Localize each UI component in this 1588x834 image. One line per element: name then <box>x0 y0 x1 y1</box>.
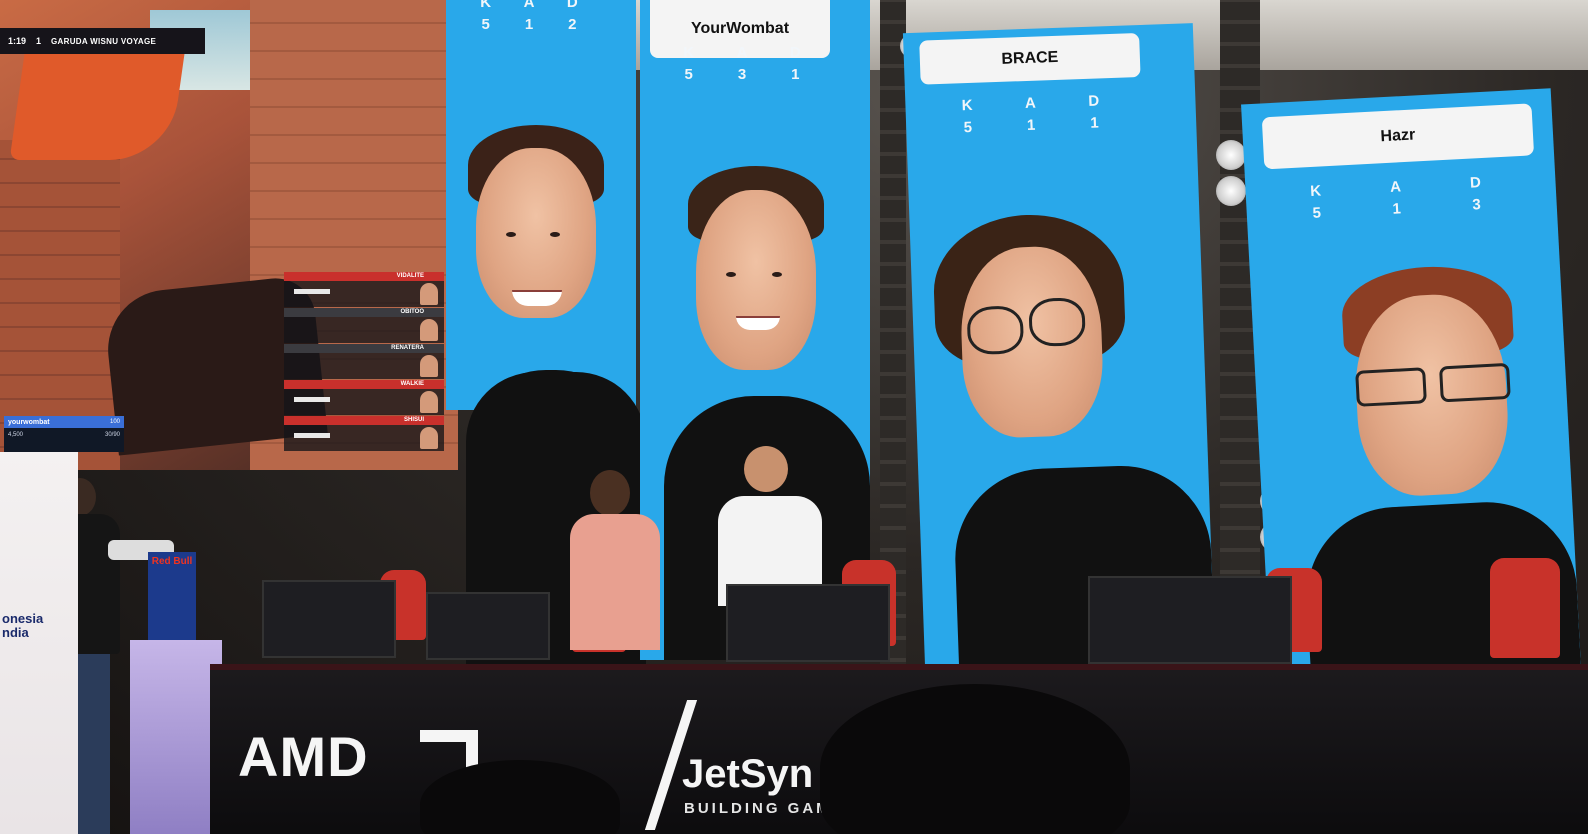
kad-kills: 5 <box>1312 204 1322 222</box>
kad-deaths: 3 <box>1471 196 1482 214</box>
jetsyn-logo: JetSyn <box>682 752 814 796</box>
kad-stats: K A D 5 1 1 <box>935 90 1126 141</box>
kad-kills: 5 <box>481 16 490 33</box>
redbull-fridge: Red Bull <box>148 552 196 642</box>
killfeed-name: VIDALITE <box>396 273 424 279</box>
kad-header-a: A <box>736 44 748 61</box>
killfeed-row: OBITOO <box>284 308 444 344</box>
avatar <box>420 391 438 413</box>
game-banner <box>9 40 187 160</box>
event-banner <box>0 452 78 834</box>
round-number: 1 <box>36 36 42 46</box>
killfeed: VIDALITE OBITOO RENATERA WALKIE SHISUI <box>284 272 444 452</box>
team-name: GARUDA WISNU VOYAGE <box>51 36 157 46</box>
kad-stats: K A D 5 1 2 <box>464 0 594 36</box>
stage-light <box>1216 176 1246 206</box>
event-banner-text: onesia ndia <box>2 611 44 640</box>
monitor <box>426 592 550 660</box>
rifle-icon <box>294 397 330 402</box>
kad-deaths: 1 <box>791 66 800 83</box>
kad-header-k: K <box>683 44 695 61</box>
glasses-icon <box>966 305 1025 356</box>
stage-light <box>1216 140 1246 170</box>
kad-deaths: 1 <box>1090 114 1099 132</box>
jetsyn-tagline: BUILDING GAM <box>684 800 832 817</box>
rifle-icon <box>294 433 330 438</box>
kad-assists: 1 <box>1392 200 1402 218</box>
killfeed-name: SHISUI <box>403 417 424 423</box>
amd-logo: AMD <box>238 725 369 788</box>
kad-assists: 1 <box>524 16 534 33</box>
glasses-icon <box>1028 297 1086 348</box>
kad-header-k: K <box>480 0 492 11</box>
avatar <box>420 427 438 449</box>
kad-header-d: D <box>789 44 801 61</box>
player-name-label: Hazr <box>1261 103 1535 170</box>
player-panel: K A D 5 1 2 <box>446 0 636 410</box>
monitor <box>726 584 890 662</box>
kad-header-d: D <box>566 0 578 11</box>
coach <box>714 446 824 606</box>
round-timer: 1:19 <box>8 36 27 46</box>
player-ammo: 30/90 <box>104 432 120 438</box>
player-name-label: BRACE <box>919 33 1141 85</box>
game-score-hud: 1:19 1 GARUDA WISNU VOYAGE <box>0 28 205 54</box>
kad-deaths: 2 <box>568 16 577 33</box>
killfeed-name: OBITOO <box>400 309 424 315</box>
gaming-chair <box>1490 558 1560 658</box>
killfeed-row: VIDALITE <box>284 272 444 308</box>
game-broadcast-screen: 1:19 1 GARUDA WISNU VOYAGE VIDALITE OBIT… <box>0 0 458 470</box>
kad-kills: 5 <box>963 118 973 137</box>
kad-assists: 1 <box>1026 116 1036 134</box>
player-name: yourwombat <box>8 418 50 426</box>
rifle-icon <box>294 289 330 294</box>
killfeed-row: RENATERA <box>284 344 444 380</box>
avatar <box>420 355 438 377</box>
redbull-logo: Red Bull <box>151 556 193 567</box>
monitor <box>1088 576 1292 664</box>
kad-header-a: A <box>1024 94 1037 113</box>
avatar <box>420 319 438 341</box>
kad-header-a: A <box>523 0 535 11</box>
killfeed-name: WALKIE <box>400 381 424 387</box>
kad-stats: K A D 5 1 3 <box>1275 170 1517 227</box>
killfeed-row: SHISUI <box>284 416 444 452</box>
player-hud: yourwombat 100 4,500 30/90 <box>4 416 124 452</box>
player-credits: 4,500 <box>8 432 24 438</box>
player-face <box>696 190 816 370</box>
esports-stage-photo: 1:19 1 GARUDA WISNU VOYAGE VIDALITE OBIT… <box>0 0 1588 834</box>
coach <box>570 470 660 650</box>
monitor <box>262 580 396 658</box>
kad-header-k: K <box>961 96 973 115</box>
avatar <box>420 283 438 305</box>
glasses-icon <box>1439 362 1511 403</box>
stage-pillar <box>130 640 222 834</box>
killfeed-name: RENATERA <box>391 345 424 351</box>
kad-assists: 3 <box>737 66 747 83</box>
kad-stats: K A D 5 3 1 <box>662 42 822 86</box>
kad-header-d: D <box>1088 92 1100 110</box>
kad-kills: 5 <box>684 66 693 83</box>
glasses-icon <box>1355 367 1427 407</box>
player-hp: 100 <box>109 419 120 425</box>
killfeed-row: WALKIE <box>284 380 444 416</box>
